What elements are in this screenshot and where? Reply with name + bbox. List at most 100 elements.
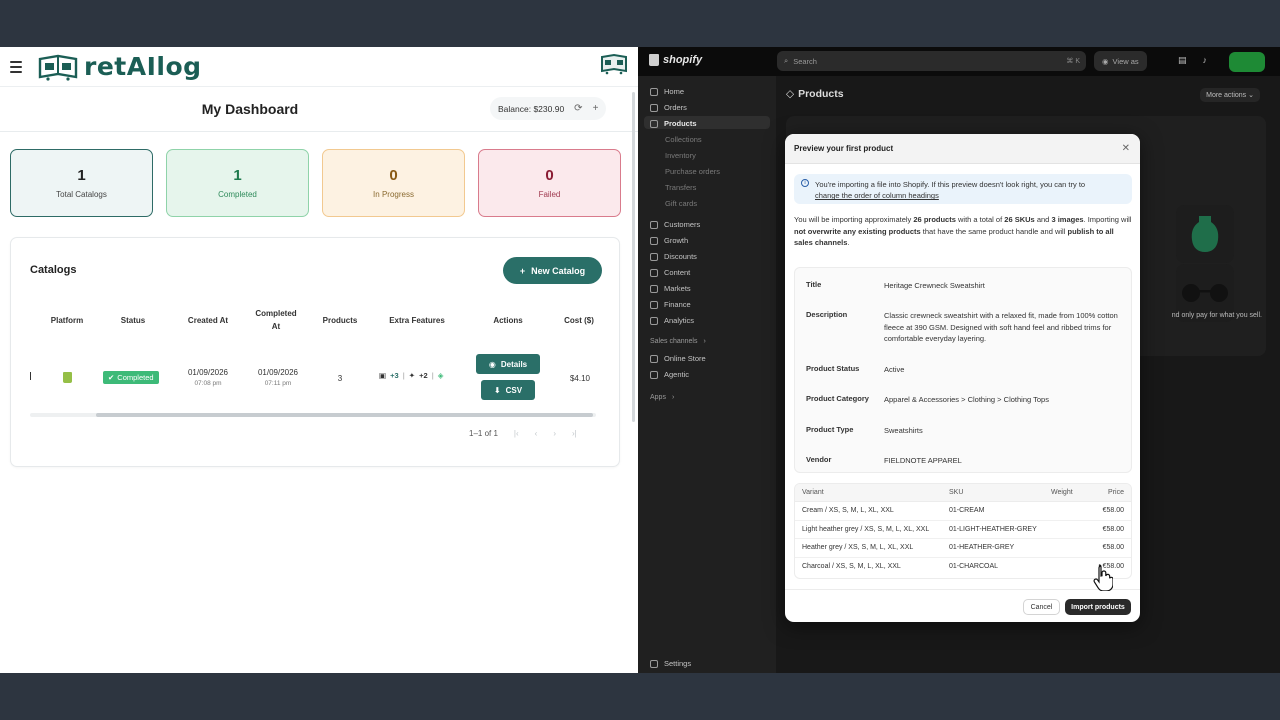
last-page-icon[interactable]: ›| bbox=[572, 429, 577, 438]
col-completed-at[interactable]: Completed At bbox=[251, 308, 301, 334]
shopify-platform-icon bbox=[63, 372, 72, 383]
summary-text: . Importing will bbox=[1083, 215, 1132, 224]
nav-analytics[interactable]: Analytics bbox=[650, 316, 694, 325]
app-topbar: retAIlog bbox=[0, 47, 638, 87]
nav-label: Markets bbox=[664, 284, 691, 293]
change-column-order-link[interactable]: change the order of column headings bbox=[815, 191, 939, 200]
nav-orders[interactable]: Orders bbox=[650, 103, 687, 112]
nav-online-store[interactable]: Online Store bbox=[650, 354, 706, 363]
store-avatar[interactable] bbox=[1229, 52, 1265, 72]
user-avatar[interactable] bbox=[600, 53, 628, 80]
view-as-button[interactable]: ◉ View as bbox=[1094, 51, 1147, 71]
prev-page-icon[interactable]: ‹ bbox=[535, 429, 538, 438]
discount-icon bbox=[650, 252, 658, 261]
variant-row: Charcoal / XS, S, M, L, XL, XXL 01-CHARC… bbox=[795, 558, 1131, 577]
created-date: 01/09/2026 bbox=[187, 368, 229, 377]
variant-sku: 01-LIGHT-HEATHER-GREY bbox=[949, 525, 1037, 533]
nav-inventory[interactable]: Inventory bbox=[665, 151, 696, 160]
catalogs-panel: Catalogs + New Catalog Platform Status C… bbox=[10, 237, 620, 467]
nav-content[interactable]: Content bbox=[650, 268, 690, 277]
orders-icon bbox=[650, 103, 658, 112]
variant-row: Cream / XS, S, M, L, XL, XXL 01-CREAM €5… bbox=[795, 502, 1131, 521]
nav-home[interactable]: Home bbox=[650, 87, 684, 96]
stats-cards: 1 Total Catalogs 1 Completed 0 In Progre… bbox=[10, 149, 621, 217]
nav-gift-cards[interactable]: Gift cards bbox=[665, 199, 697, 208]
created-at-cell: 01/09/2026 07:08 pm bbox=[179, 368, 237, 387]
next-page-icon[interactable]: › bbox=[553, 429, 556, 438]
summary-text: with a total of bbox=[958, 215, 1003, 224]
vertical-scrollbar[interactable] bbox=[632, 92, 635, 422]
col-cost[interactable]: Cost ($) bbox=[551, 316, 607, 325]
nav-agentic[interactable]: Agentic bbox=[650, 370, 689, 379]
col-sku: SKU bbox=[949, 489, 964, 496]
nav-settings[interactable]: Settings bbox=[650, 659, 691, 668]
detail-row-vendor: Vendor FIELDNOTE APPAREL bbox=[806, 455, 1120, 467]
nav-label: Agentic bbox=[664, 370, 690, 379]
col-actions[interactable]: Actions bbox=[481, 316, 535, 325]
agentic-icon bbox=[650, 370, 658, 379]
cancel-button[interactable]: Cancel bbox=[1023, 599, 1060, 615]
completed-at-cell: 01/09/2026 07:11 pm bbox=[249, 368, 307, 387]
scrollbar-thumb[interactable] bbox=[96, 413, 593, 417]
nav-products[interactable]: Products bbox=[650, 119, 697, 128]
extra-features-cell: ▣ +3 | ✦ +2 | ◈ bbox=[379, 371, 444, 380]
logo-ai: AI bbox=[126, 52, 157, 81]
close-icon[interactable]: ✕ bbox=[1122, 143, 1130, 154]
nav-purchase-orders[interactable]: Purchase orders bbox=[665, 167, 720, 176]
csv-label: CSV bbox=[505, 385, 523, 395]
col-platform[interactable]: Platform bbox=[41, 316, 93, 325]
stat-label: In Progress bbox=[373, 190, 414, 199]
no-overwrite-text: not overwrite any existing products bbox=[794, 226, 921, 236]
nav-transfers[interactable]: Transfers bbox=[665, 183, 696, 192]
shopify-logo[interactable]: shopify bbox=[649, 54, 702, 66]
add-funds-icon[interactable]: + bbox=[593, 103, 599, 114]
logo-text: retAIlog bbox=[84, 52, 202, 81]
col-extra-features[interactable]: Extra Features bbox=[379, 316, 455, 325]
globe-icon bbox=[650, 284, 658, 293]
cart-book-avatar-icon bbox=[601, 53, 627, 75]
cart-book-icon bbox=[38, 54, 78, 81]
sunglasses-icon bbox=[1182, 284, 1228, 302]
refresh-icon[interactable]: ⟳ bbox=[574, 103, 582, 114]
chevron-right-icon: › bbox=[703, 338, 706, 345]
nav-customers[interactable]: Customers bbox=[650, 220, 700, 229]
info-icon: i bbox=[801, 179, 809, 187]
extra-ai-count: +2 bbox=[419, 371, 428, 380]
new-catalog-button[interactable]: + New Catalog bbox=[503, 257, 602, 284]
stat-label: Completed bbox=[218, 190, 257, 199]
summary-text: You will be importing approximately bbox=[794, 215, 912, 224]
nav-label: Orders bbox=[664, 103, 687, 112]
import-products-button[interactable]: Import products bbox=[1065, 599, 1131, 615]
modal-header: Preview your first product ✕ bbox=[785, 134, 1140, 164]
nav-apps[interactable]: Apps › bbox=[650, 394, 674, 401]
csv-download-button[interactable]: ⬇ CSV bbox=[481, 380, 535, 400]
col-created-at[interactable]: Created At bbox=[179, 316, 237, 325]
divider: | bbox=[402, 371, 405, 380]
plus-icon: + bbox=[519, 265, 526, 276]
download-icon: ⬇ bbox=[493, 385, 501, 395]
nav-collections[interactable]: Collections bbox=[665, 135, 702, 144]
search-input[interactable]: ⌕ Search ⌘ K bbox=[777, 51, 1086, 71]
pagination-range: 1–1 of 1 bbox=[469, 429, 498, 438]
nav-discounts[interactable]: Discounts bbox=[650, 252, 697, 261]
menu-icon[interactable] bbox=[10, 60, 22, 73]
app-logo[interactable]: retAIlog bbox=[38, 52, 202, 81]
col-products[interactable]: Products bbox=[313, 316, 367, 325]
stat-card-total: 1 Total Catalogs bbox=[10, 149, 153, 217]
horizontal-scrollbar[interactable] bbox=[30, 413, 596, 417]
details-button[interactable]: ◉ Details bbox=[476, 354, 540, 374]
search-icon: ⌕ bbox=[784, 56, 789, 65]
store-icon[interactable]: ▤ bbox=[1178, 55, 1187, 66]
more-actions-button[interactable]: More actions ⌄ bbox=[1200, 88, 1260, 102]
variant-row: Heather grey / XS, S, M, L, XL, XXL 01-H… bbox=[795, 539, 1131, 558]
view-as-label: View as bbox=[1112, 56, 1139, 66]
nav-sales-channels[interactable]: Sales channels › bbox=[650, 338, 706, 345]
catalogs-title: Catalogs bbox=[30, 264, 77, 276]
nav-markets[interactable]: Markets bbox=[650, 284, 691, 293]
nav-finance[interactable]: Finance bbox=[650, 300, 691, 309]
nav-growth[interactable]: Growth bbox=[650, 236, 688, 245]
first-page-icon[interactable]: |‹ bbox=[514, 429, 519, 438]
topbar-icons: ▤ ♪ bbox=[1178, 55, 1207, 66]
bell-icon[interactable]: ♪ bbox=[1203, 55, 1208, 66]
col-status[interactable]: Status bbox=[106, 316, 160, 325]
